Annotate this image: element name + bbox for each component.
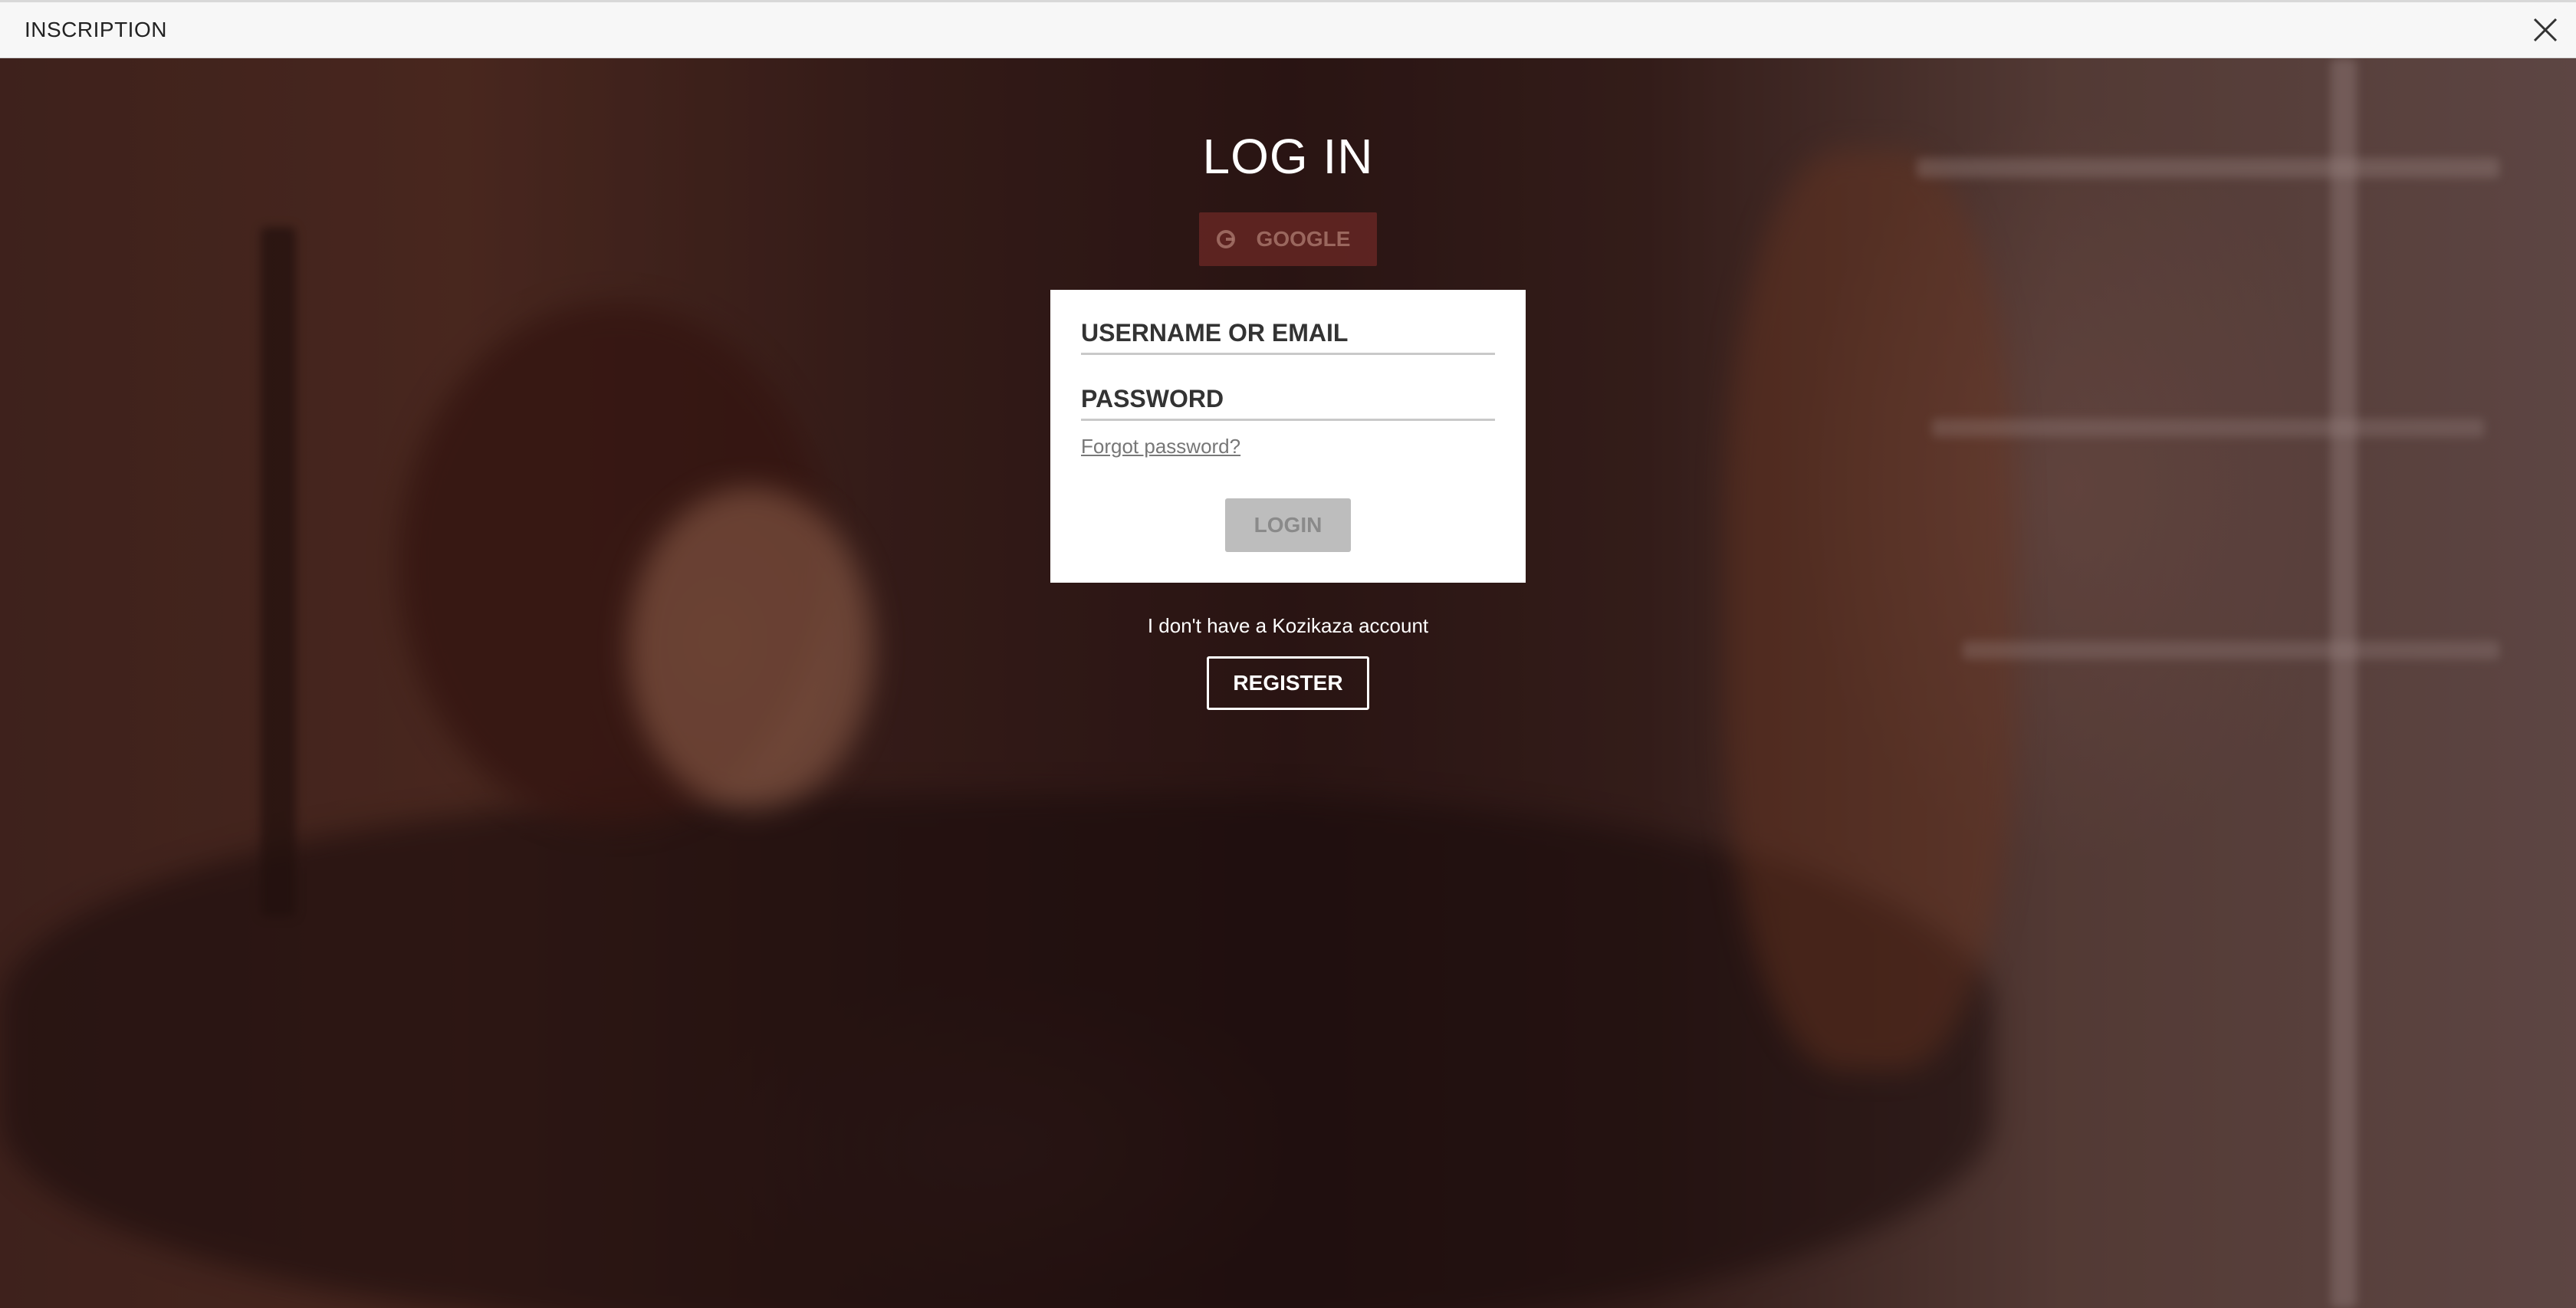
google-icon <box>1217 230 1235 248</box>
google-login-button[interactable]: GOOGLE <box>1199 212 1377 266</box>
modal-title: INSCRIPTION <box>25 18 167 41</box>
page-title: LOG IN <box>1202 129 1374 184</box>
login-card: USERNAME OR EMAIL PASSWORD Forgot passwo… <box>1050 290 1526 583</box>
username-field[interactable]: USERNAME OR EMAIL <box>1081 317 1495 355</box>
login-button[interactable]: LOGIN <box>1225 498 1351 552</box>
no-account-text: I don't have a Kozikaza account <box>1147 614 1429 637</box>
close-button[interactable] <box>2530 15 2561 45</box>
forgot-password-link[interactable]: Forgot password? <box>1081 434 1240 458</box>
modal-header: INSCRIPTION <box>0 0 2576 58</box>
password-field[interactable]: PASSWORD <box>1081 383 1495 421</box>
google-button-label: GOOGLE <box>1256 227 1351 251</box>
register-button[interactable]: REGISTER <box>1207 656 1369 710</box>
close-icon <box>2533 18 2558 42</box>
